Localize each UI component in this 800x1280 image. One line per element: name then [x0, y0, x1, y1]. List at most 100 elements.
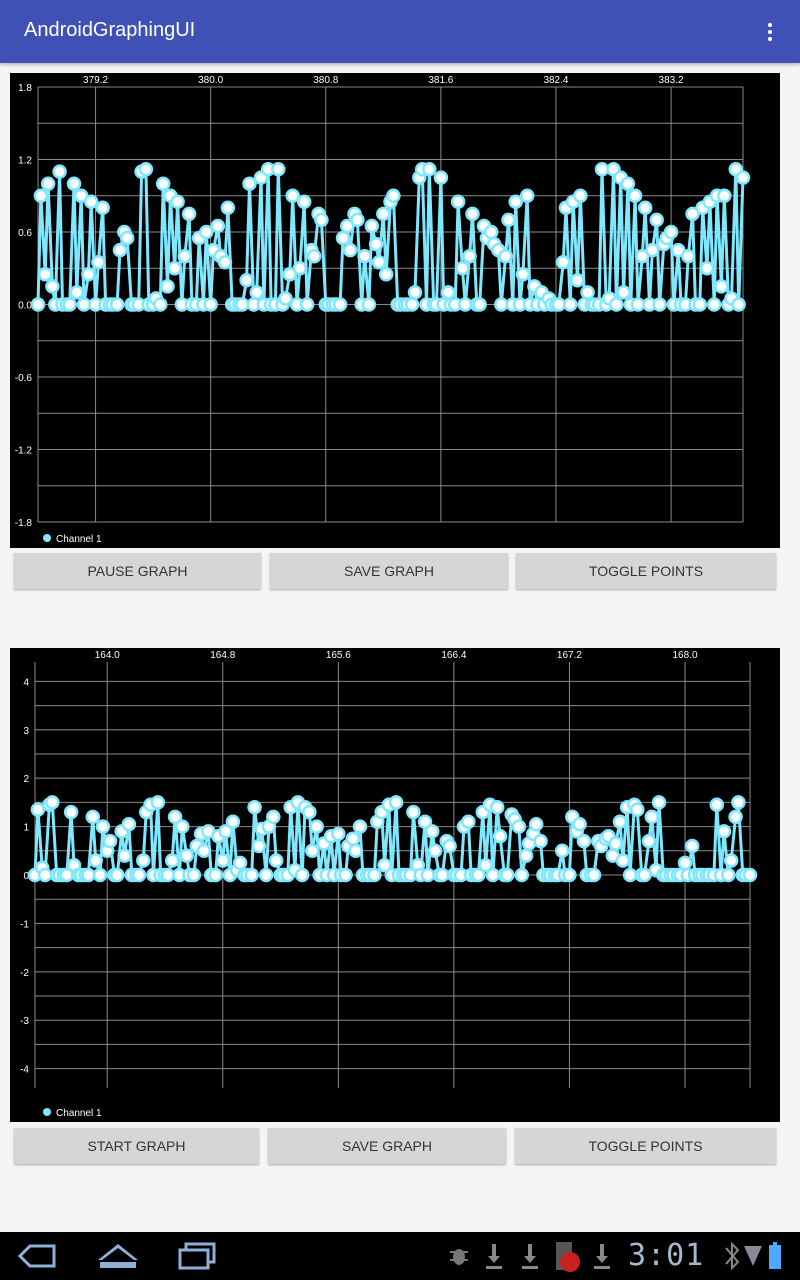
recent-apps-icon[interactable]	[178, 1242, 216, 1270]
data-point	[709, 797, 725, 813]
data-point	[350, 212, 365, 228]
data-point	[153, 297, 168, 312]
data-point	[266, 809, 281, 825]
start-graph-button[interactable]: START GRAPH	[14, 1128, 259, 1164]
data-point	[160, 279, 175, 294]
legend-label: Channel 1	[56, 534, 102, 545]
data-point	[285, 188, 300, 204]
y-tick-label: 1	[23, 823, 29, 834]
data-point	[63, 804, 79, 820]
x-tick-label: 164.8	[210, 650, 235, 661]
data-point	[483, 224, 499, 240]
data-point	[247, 799, 262, 815]
data-point	[244, 867, 259, 883]
data-point	[91, 254, 106, 270]
data-point	[641, 833, 657, 849]
debug-bug-icon	[450, 1249, 468, 1265]
data-point	[81, 867, 96, 883]
save-graph-button-2[interactable]: SAVE GRAPH	[268, 1128, 506, 1164]
legend-marker	[43, 534, 51, 542]
battery-icon	[769, 1242, 781, 1269]
x-tick-label: 165.6	[326, 650, 351, 661]
data-point	[271, 161, 286, 177]
data-point	[367, 867, 382, 883]
data-point	[422, 161, 437, 177]
data-point	[450, 194, 466, 210]
bluetooth-icon	[725, 1241, 740, 1271]
data-point	[83, 194, 99, 210]
data-point	[427, 843, 443, 859]
data-point	[663, 224, 679, 240]
x-tick-label: 381.6	[428, 75, 453, 86]
data-point	[85, 809, 101, 825]
data-point	[92, 867, 108, 883]
y-tick-label: -1.2	[15, 446, 33, 457]
data-point	[576, 833, 592, 849]
data-point	[342, 242, 358, 258]
data-point	[622, 867, 638, 883]
data-point	[278, 291, 293, 306]
data-point	[721, 867, 736, 883]
data-point	[637, 200, 653, 216]
data-point	[292, 260, 308, 276]
y-tick-label: -4	[20, 1065, 29, 1076]
data-point	[485, 867, 501, 883]
data-point	[217, 254, 233, 270]
data-point	[314, 212, 329, 228]
data-point	[76, 297, 92, 312]
data-point	[637, 867, 652, 883]
data-point	[30, 802, 46, 817]
x-tick-label: 380.8	[313, 75, 338, 86]
save-graph-button-1[interactable]: SAVE GRAPH	[270, 553, 508, 589]
y-tick-label: 1.8	[18, 83, 32, 94]
data-point	[435, 867, 450, 883]
data-point	[608, 836, 623, 851]
data-point	[440, 285, 456, 300]
toggle-points-button-1[interactable]: TOGGLE POINTS	[516, 553, 776, 589]
toggle-points-button-2[interactable]: TOGGLE POINTS	[515, 1128, 776, 1164]
data-point	[612, 814, 628, 830]
data-point	[215, 853, 231, 868]
data-point	[170, 194, 185, 210]
data-point	[731, 297, 746, 312]
data-point	[699, 260, 715, 276]
data-point	[528, 816, 544, 832]
data-point	[294, 867, 310, 883]
data-point	[258, 867, 274, 883]
data-point	[615, 853, 631, 868]
graph-view-1: 1.8 1.2 0.6 0.0 -0.6 -1.2 -1.8 379.2 380.0 380.8 3…	[10, 73, 780, 548]
data-point	[616, 285, 631, 300]
legend-label: Channel 1	[56, 1108, 102, 1119]
data-point	[511, 819, 527, 834]
data-point	[563, 297, 578, 312]
data-point	[651, 795, 667, 810]
app-bar: AndroidGraphingUI	[0, 0, 800, 63]
pause-graph-button[interactable]: PAUSE GRAPH	[14, 553, 261, 589]
data-point	[681, 248, 696, 264]
data-point	[45, 795, 60, 810]
data-point	[81, 267, 96, 282]
data-point	[112, 242, 128, 258]
data-point	[220, 200, 236, 216]
data-point	[40, 176, 56, 191]
back-icon[interactable]	[17, 1244, 56, 1268]
y-tick-label: -3	[20, 1016, 29, 1027]
data-point	[95, 200, 110, 216]
clock: 3:01	[628, 1238, 705, 1273]
y-tick-label: 4	[23, 677, 29, 688]
data-point	[472, 297, 487, 312]
data-point	[302, 804, 317, 820]
data-point	[242, 176, 257, 191]
data-point	[519, 188, 535, 204]
data-point	[573, 188, 588, 204]
home-icon[interactable]	[98, 1244, 138, 1268]
data-point	[630, 802, 645, 817]
x-tick-label: 382.4	[543, 75, 568, 86]
more-vert-icon[interactable]	[758, 18, 782, 46]
data-point	[352, 819, 368, 834]
data-point	[494, 297, 509, 312]
app-title: AndroidGraphingUI	[24, 19, 196, 41]
y-tick-label: 0.6	[18, 228, 32, 239]
system-navigation-bar: 3:01	[0, 1232, 800, 1280]
data-point	[175, 819, 190, 834]
